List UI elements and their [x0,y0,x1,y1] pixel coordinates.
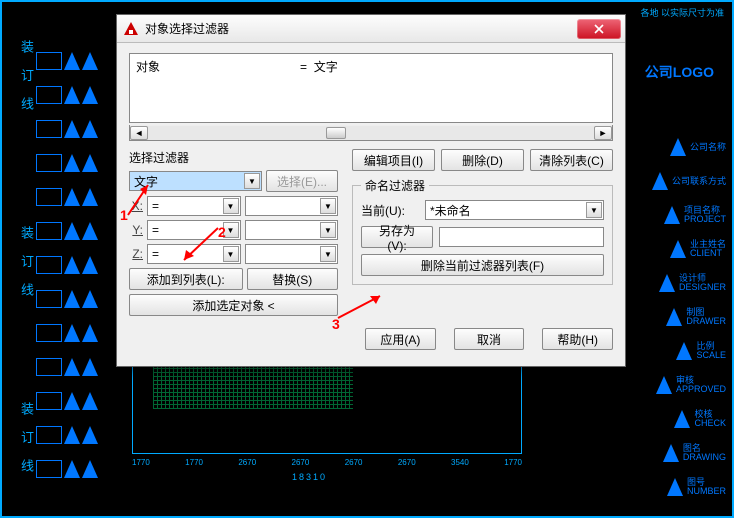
chevron-down-icon[interactable]: ▼ [320,198,336,214]
edit-item-button[interactable]: 编辑项目(I) [352,149,435,171]
current-filter-value: *未命名 [430,202,471,219]
arrow-icon [652,172,668,190]
x-label: X: [129,199,143,213]
close-icon [594,24,604,34]
cad-field-label: 图号NUMBER [687,478,726,496]
filter-listbox[interactable]: 对象= 文字 [129,53,613,123]
cad-field-label: 公司联系方式 [672,177,726,186]
dimension-value: 1770 [185,458,203,467]
named-filter-group: 命名过滤器 当前(U): *未命名 ▼ 另存为(V): 删除当前过滤器列表(F) [352,177,613,285]
dimension-value: 2670 [398,458,416,467]
arrow-icon [656,376,672,394]
dimension-value: 2670 [238,458,256,467]
add-to-list-button[interactable]: 添加到列表(L): [129,268,243,290]
y-label: Y: [129,223,143,237]
scroll-thumb[interactable] [326,127,346,139]
arrow-icon [659,274,675,292]
z-label: Z: [129,247,143,261]
y-op-combo[interactable]: =▼ [147,220,241,240]
titlebar[interactable]: 对象选择过滤器 [117,15,625,43]
binding-line-text-2: 装 订 线 [17,226,36,302]
cad-field-label: 业主姓名CLIENT [690,240,726,258]
dimension-value: 1770 [504,458,522,467]
named-filter-legend: 命名过滤器 [361,177,429,194]
select-button[interactable]: 选择(E)... [266,170,338,192]
save-as-button[interactable]: 另存为(V): [361,226,433,248]
app-icon [123,21,139,37]
arrow-icon [670,138,686,156]
list-item[interactable]: 对象= 文字 [136,58,606,75]
replace-button[interactable]: 替换(S) [247,268,338,290]
save-as-input[interactable] [439,227,604,247]
binding-line-text-1: 装 订 线 [17,40,36,116]
current-label: 当前(U): [361,202,419,219]
chevron-down-icon[interactable]: ▼ [223,222,239,238]
dimension-value: 2670 [345,458,363,467]
help-button[interactable]: 帮助(H) [542,328,613,350]
left-arrow-column [36,46,104,488]
chevron-down-icon[interactable]: ▼ [320,246,336,262]
arrow-icon [663,444,679,462]
apply-button[interactable]: 应用(A) [365,328,436,350]
cad-field-label: 审核APPROVED [676,376,726,394]
dimension-row: 1770 1770 2670 2670 2670 2670 3540 1770 [132,458,522,467]
delete-current-filter-button[interactable]: 删除当前过滤器列表(F) [361,254,604,276]
binding-line-text-3: 装 订 线 [17,402,36,478]
filter-type-combo[interactable]: 文字 ▼ [129,171,262,191]
cad-field-label: 图名DRAWING [683,444,726,462]
z-op-combo[interactable]: =▼ [147,244,241,264]
y-value-combo[interactable]: ▼ [245,220,339,240]
close-button[interactable] [577,19,621,39]
company-logo-placeholder: 公司LOGO [645,62,714,82]
scroll-right-button[interactable]: ► [594,126,612,140]
arrow-icon [674,410,690,428]
z-value-combo[interactable]: ▼ [245,244,339,264]
arrow-icon [667,478,683,496]
cad-field-label: 项目名称PROJECT [684,206,726,224]
x-value-combo[interactable]: ▼ [245,196,339,216]
arrow-icon [676,342,692,360]
horizontal-scrollbar[interactable]: ◄ ► [129,125,613,141]
select-filter-label: 选择过滤器 [129,149,338,166]
cad-header-note: 各地 以实际尺寸为准 [640,6,724,19]
chevron-down-icon[interactable]: ▼ [320,222,336,238]
delete-button[interactable]: 删除(D) [441,149,524,171]
x-op-combo[interactable]: =▼ [147,196,241,216]
chevron-down-icon[interactable]: ▼ [586,202,602,218]
combo-value: 文字 [134,173,158,190]
arrow-icon [664,206,680,224]
dimension-value: 3540 [451,458,469,467]
scroll-track[interactable] [148,126,594,140]
dimension-total: 18310 [292,472,327,482]
chevron-down-icon[interactable]: ▼ [223,198,239,214]
cad-field-label: 设计师DESIGNER [679,274,726,292]
right-label-column: 公司名称公司联系方式项目名称PROJECT 业主姓名CLIENT 设计师DESIGN… [636,132,726,506]
filter-dialog: 对象选择过滤器 对象= 文字 ◄ ► 选择过滤器 文字 ▼ 选择(E)... [116,14,626,367]
dimension-value: 2670 [292,458,310,467]
current-filter-combo[interactable]: *未命名 ▼ [425,200,604,220]
dimension-value: 1770 [132,458,150,467]
scroll-left-button[interactable]: ◄ [130,126,148,140]
cancel-button[interactable]: 取消 [454,328,525,350]
add-selected-button[interactable]: 添加选定对象 < [129,294,338,316]
cad-field-label: 公司名称 [690,143,726,152]
dialog-title: 对象选择过滤器 [145,20,577,37]
cad-field-label: 校核CHECK [694,410,726,428]
arrow-icon [666,308,682,326]
clear-list-button[interactable]: 清除列表(C) [530,149,613,171]
chevron-down-icon[interactable]: ▼ [223,246,239,262]
chevron-down-icon[interactable]: ▼ [244,173,260,189]
cad-field-label: 制图DRAWER [686,308,726,326]
arrow-icon [670,240,686,258]
cad-field-label: 比例SCALE [696,342,726,360]
